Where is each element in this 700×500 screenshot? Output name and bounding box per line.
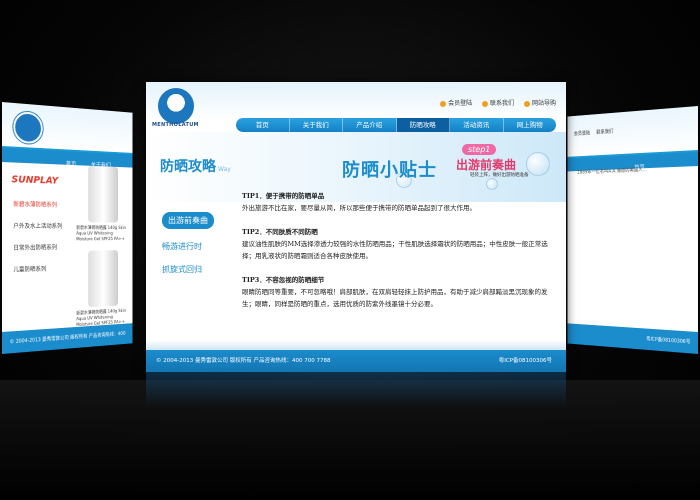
product-image[interactable] [88, 250, 119, 308]
guide-link[interactable]: 网站导购 [523, 100, 556, 107]
left-menu: 新碧水薄防晒系列 户外及水上活动系列 日常外出防晒系列 儿童防晒系列 [13, 194, 62, 281]
tip-text: 外出旅游不比在家，要尽量从简，所以那些便于携带的防晒单品起到了很大作用。 [242, 204, 476, 212]
product-caption: 新碧水薄荷防晒露 140g Skin Aqua UV Whitening Moi… [76, 226, 127, 243]
bubble-decoration [486, 178, 498, 190]
left-page: 首页 关于我们 SUNPLAY 新碧水薄防晒系列 户外及水上活动系列 日常外出防… [2, 102, 133, 354]
tip-block: TIP2．不同肤质不同防晒建议油性肌肤的MM选择渗透力较强的水性防晒用品；干性肌… [242, 226, 554, 262]
tip-text: 眼睛防晒同等重要，不可忽略哦！肩部肌肤，在双肩轻轻抹上防护用品，有助于减少肩部黯… [242, 288, 548, 308]
nav-home[interactable]: 首页 [236, 118, 290, 132]
tip-block: TIP1．便于携带的防晒单品外出旅游不比在家，要尽量从简，所以那些便于携带的防晒… [242, 190, 554, 214]
contact-icon [482, 100, 489, 107]
step-subtitle: 轻装上阵，做好出游防晒准备 [470, 173, 529, 178]
nav-products[interactable]: 产品介绍 [343, 118, 397, 132]
side-menu-item[interactable]: 畅游进行时 [162, 241, 214, 252]
main-nav: 首页 关于我们 产品介绍 防晒攻略 活动资讯 网上购物 [236, 118, 556, 132]
left-menu-item[interactable]: 户外及水上活动系列 [13, 216, 62, 238]
left-menu-item[interactable]: 日常外出防晒系列 [13, 238, 62, 260]
side-menu-item[interactable]: 出游前奏曲 [162, 212, 214, 229]
login-link[interactable]: 会员登陆 [440, 100, 472, 107]
side-menu: 出游前奏曲 畅游进行时 抓旋式回归 [162, 212, 214, 287]
footer-wave [146, 340, 566, 350]
contact-link[interactable]: 联系我们 [482, 100, 514, 107]
step-tag: step1 [462, 144, 497, 155]
tips-headline: 防晒小贴士 [342, 160, 437, 181]
nav-news[interactable]: 活动资讯 [450, 118, 504, 132]
right-link-contact[interactable]: 联系我们 [596, 129, 613, 136]
icp-number: 粤ICP备08100306号 [498, 358, 552, 364]
tip-heading: TIP3．不容忽视的防晒细节 [242, 276, 325, 284]
left-menu-item[interactable]: 新碧水薄防晒系列 [13, 194, 62, 216]
main-page: 会员登陆 联系我们 网站导购 MENTHOLATUM 首页 关于我们 产品介绍 … [146, 82, 566, 372]
tip-block: TIP3．不容忽视的防晒细节眼睛防晒同等重要，不可忽略哦！肩部肌肤，在双肩轻轻抹… [242, 274, 554, 310]
tips-content: TIP1．便于携带的防晒单品外出旅游不比在家，要尽量从简，所以那些便于携带的防晒… [242, 190, 554, 322]
right-page: 会员登陆 联系我们 首页 1889年一位名叫A.A.海德的美国人... 粤ICP… [567, 106, 698, 354]
right-link-login[interactable]: 会员登陆 [574, 131, 590, 138]
copyright-text: © 2004-2013 曼秀雷敦公司 版权所有 产品咨询热线：400 700 7… [156, 358, 331, 364]
left-menu-item[interactable]: 儿童防晒系列 [13, 259, 62, 282]
login-icon [440, 100, 447, 107]
nav-shop[interactable]: 网上购物 [504, 118, 557, 132]
step-badge: step1 出游前奏曲 轻装上阵，做好出游防晒准备 [456, 144, 529, 178]
main-footer: © 2004-2013 曼秀雷敦公司 版权所有 产品咨询热线：400 700 7… [146, 350, 566, 372]
tip-text: 建议油性肌肤的MM选择渗透力较强的水性防晒用品；干性肌肤选择霜状的防晒用品；中性… [242, 240, 548, 260]
tip-heading: TIP1．便于携带的防晒单品 [242, 192, 325, 200]
guide-icon [523, 100, 530, 107]
main-header: 会员登陆 联系我们 网站导购 [146, 82, 566, 124]
brand-name: MENTHOLATUM [152, 122, 199, 128]
step-title: 出游前奏曲 [456, 158, 517, 172]
mentholatum-logo [13, 110, 43, 145]
product-image[interactable] [88, 165, 119, 223]
mentholatum-logo[interactable] [158, 88, 194, 124]
left-nav-home[interactable]: 首页 [66, 161, 76, 168]
top-links: 会员登陆 联系我们 网站导购 [432, 98, 556, 107]
section-title: 防晒攻略 Way [160, 159, 231, 175]
bubble-decoration [526, 152, 550, 176]
nav-about[interactable]: 关于我们 [290, 118, 343, 132]
right-header: 会员登陆 联系我们 [567, 106, 698, 159]
side-menu-item[interactable]: 抓旋式回归 [162, 264, 214, 275]
tip-heading: TIP2．不同肤质不同防晒 [242, 228, 318, 236]
main-page-reflection [146, 372, 566, 408]
sunplay-logo: SUNPLAY [11, 174, 59, 187]
nav-sun-guide[interactable]: 防晒攻略 [396, 118, 450, 132]
